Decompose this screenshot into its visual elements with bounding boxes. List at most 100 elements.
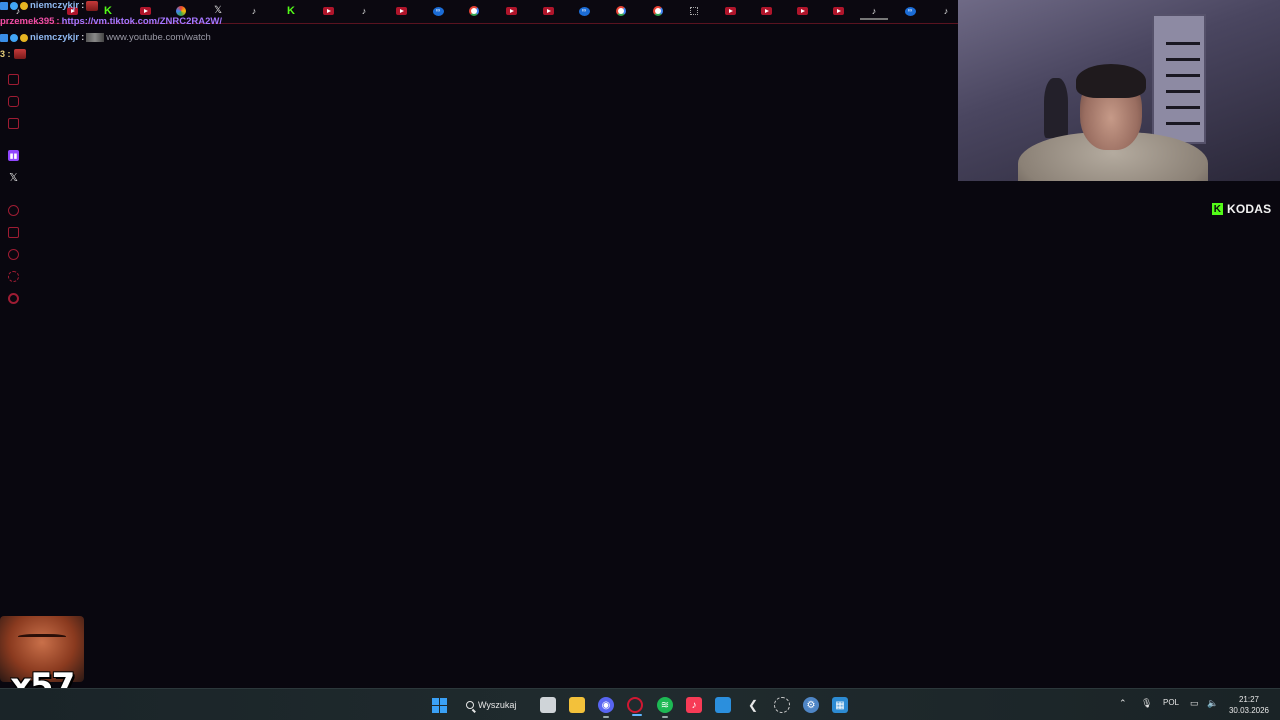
verified-badge-icon — [10, 1, 18, 10]
language-indicator[interactable]: POL — [1163, 698, 1179, 707]
webcam-feed — [958, 0, 1280, 181]
meta-icon: ∞ — [578, 6, 590, 16]
tab-youtube[interactable] — [505, 5, 517, 17]
google-icon — [616, 6, 626, 16]
settings-gear-icon[interactable]: ⚙ — [803, 697, 819, 713]
chat-separator: : — [81, 0, 85, 11]
chat-message-partial: 3 : — [0, 49, 26, 59]
x-icon[interactable]: 𝕏 — [8, 172, 19, 184]
lock-icon[interactable] — [8, 74, 19, 85]
chat-username: niemczykjr — [30, 0, 80, 11]
tiktok-icon: ♪ — [361, 6, 367, 16]
chevron-up-icon[interactable]: ⌃ — [1119, 698, 1127, 709]
tab-meta[interactable]: ∞ — [432, 5, 444, 17]
settings-icon[interactable] — [8, 293, 19, 304]
loader-app-icon[interactable] — [774, 697, 790, 713]
chat-prefix: 3 : — [0, 49, 11, 59]
tab-youtube[interactable] — [724, 5, 736, 17]
subscriber-badge-icon — [0, 33, 8, 42]
chat-separator: : — [81, 32, 85, 43]
tab-youtube[interactable] — [796, 5, 808, 17]
tab-meta[interactable]: ∞ — [578, 5, 590, 17]
chat-username: niemczykjr — [30, 32, 80, 43]
youtube-icon — [832, 7, 844, 15]
tiktok-icon: ♪ — [943, 6, 949, 16]
brand-label: KODAS — [1227, 202, 1272, 216]
opera-icon[interactable] — [627, 697, 643, 716]
emote-icon — [13, 49, 26, 59]
kick-logo-icon: K — [1212, 203, 1223, 215]
task-view-icon[interactable] — [540, 697, 556, 713]
door-image — [1152, 14, 1206, 144]
colorful-app-icon — [176, 6, 186, 16]
chat-separator: : — [56, 16, 60, 27]
tab-google[interactable] — [468, 5, 480, 17]
subscriber-badge-icon — [0, 1, 8, 10]
network-icon[interactable]: ▭ — [1190, 698, 1199, 709]
instagram-icon[interactable] — [8, 96, 19, 107]
tab-youtube[interactable] — [542, 5, 554, 17]
youtube-icon — [542, 7, 554, 15]
youtube-icon — [796, 7, 808, 15]
streamer-hair — [1076, 64, 1146, 98]
windows-icon — [431, 697, 447, 713]
photos-icon[interactable] — [715, 697, 731, 713]
chat-url[interactable]: www.youtube.com/watch — [106, 32, 211, 43]
kodas-logo: K KODAS — [1212, 202, 1271, 216]
file-explorer-icon[interactable] — [569, 697, 585, 713]
taskbar: Wyszukaj ◉ ≋ ♪ ❮ ⚙ ▦ ⌃ 🎙 POL ▭ 🔈 21:27 3… — [0, 688, 1280, 720]
active-tab-indicator — [860, 18, 888, 20]
google-icon — [469, 6, 479, 16]
refresh-icon[interactable] — [8, 271, 19, 282]
plant-image — [1044, 78, 1068, 138]
tab-youtube[interactable] — [832, 5, 844, 17]
tab-youtube[interactable] — [395, 5, 407, 17]
youtube-icon — [395, 7, 407, 15]
discord-icon[interactable]: ◉ — [598, 697, 614, 718]
clock-time: 21:27 — [1238, 695, 1260, 704]
youtube-icon — [724, 7, 736, 15]
tab-google[interactable] — [615, 5, 627, 17]
tab-youtube[interactable] — [322, 5, 334, 17]
tiktok-icon: ♪ — [251, 6, 257, 16]
calculator-icon[interactable]: ▦ — [832, 697, 848, 713]
volume-icon[interactable]: 🔈 — [1207, 698, 1218, 709]
meta-icon: ∞ — [432, 6, 444, 16]
youtube-icon — [322, 7, 334, 15]
taskbar-search[interactable]: Wyszukaj — [466, 697, 516, 713]
grid-icon — [690, 7, 698, 15]
system-clock[interactable]: 21:27 30.03.2026 — [1228, 694, 1270, 716]
youtube-icon — [505, 7, 517, 15]
spotify-icon[interactable]: ≋ — [657, 697, 673, 718]
tab-tiktok-active[interactable]: ♪ — [868, 5, 880, 17]
mail-icon[interactable] — [8, 118, 19, 129]
chat-link[interactable]: https://vm.tiktok.com/ZNRC2RA2W/ — [62, 16, 222, 27]
tab-youtube[interactable] — [760, 5, 772, 17]
meta-icon: ∞ — [904, 6, 916, 16]
emote-icon — [86, 0, 99, 11]
tab-google[interactable] — [652, 5, 664, 17]
twitch-icon[interactable]: ▮▮ — [8, 150, 19, 161]
google-icon — [653, 6, 663, 16]
chat-message: niemczykjr : www.youtube.com/watch — [0, 32, 211, 43]
tiktok-icon: ♪ — [871, 6, 877, 16]
apple-music-icon[interactable]: ♪ — [686, 697, 702, 713]
chat-username: przemek395 — [0, 16, 55, 27]
tab-grid[interactable] — [688, 5, 700, 17]
start-button[interactable] — [431, 697, 447, 713]
clock-icon[interactable] — [8, 249, 19, 260]
emote-face-detail — [18, 634, 66, 640]
tab-tiktok[interactable]: ♪ — [248, 5, 260, 17]
tab-kick[interactable]: K — [285, 5, 297, 17]
gift-badge-icon — [20, 33, 28, 42]
search-label: Wyszukaj — [478, 700, 517, 710]
thumbnail-emote-icon — [86, 33, 105, 42]
tab-tiktok[interactable]: ♪ — [940, 5, 952, 17]
record-icon[interactable] — [8, 205, 19, 216]
back-arrow-icon[interactable]: ❮ — [745, 697, 761, 713]
tab-tiktok[interactable]: ♪ — [358, 5, 370, 17]
microphone-icon[interactable]: 🎙 — [1141, 698, 1152, 709]
tab-meta[interactable]: ∞ — [904, 5, 916, 17]
kick-icon: K — [287, 5, 295, 17]
pin-icon[interactable] — [8, 227, 19, 238]
